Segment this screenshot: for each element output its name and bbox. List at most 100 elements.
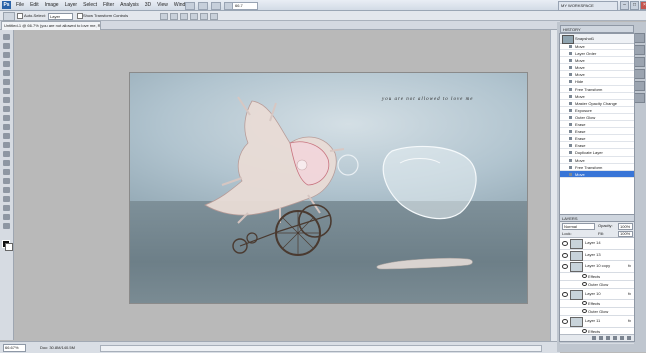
visibility-eye-icon[interactable] bbox=[582, 273, 587, 278]
layer-row[interactable]: Layer 14 bbox=[560, 238, 634, 250]
new-layer-icon[interactable] bbox=[620, 336, 624, 340]
eraser-tool-icon[interactable] bbox=[3, 124, 10, 130]
history-state[interactable]: Erase bbox=[560, 121, 634, 129]
crop-tool-icon[interactable] bbox=[3, 70, 10, 76]
zoom-tool-icon[interactable] bbox=[3, 223, 10, 229]
hand-tool-icon[interactable] bbox=[3, 214, 10, 220]
align-right-icon[interactable] bbox=[210, 13, 218, 20]
document-tab[interactable]: Untitled-1 @ 66.7% (you are not allowed … bbox=[1, 21, 101, 30]
layer-fx-icon[interactable]: fx bbox=[628, 316, 631, 326]
menu-item[interactable]: Analysis bbox=[120, 0, 139, 10]
type-tool-icon[interactable] bbox=[3, 169, 10, 175]
history-state[interactable]: Layer Order bbox=[560, 50, 634, 58]
move-tool-preset-icon[interactable] bbox=[3, 12, 15, 21]
visibility-eye-icon[interactable] bbox=[562, 252, 568, 258]
document-canvas[interactable]: you are not allowed to love me bbox=[130, 73, 527, 303]
zoom-level-field[interactable]: 66.7 bbox=[232, 2, 258, 10]
visibility-eye-icon[interactable] bbox=[582, 301, 587, 305]
layer-effect-row[interactable]: Effects bbox=[560, 273, 634, 281]
new-group-icon[interactable] bbox=[613, 336, 617, 340]
history-state[interactable]: Master Opacity Change bbox=[560, 100, 634, 107]
adjustments-panel-icon[interactable] bbox=[634, 69, 645, 79]
fill-field[interactable]: 100% bbox=[618, 231, 633, 237]
styles-panel-icon[interactable] bbox=[634, 57, 645, 67]
layers-panel-header[interactable]: LAYERS bbox=[560, 215, 634, 222]
history-state[interactable]: Free Transform bbox=[560, 164, 634, 171]
history-state[interactable]: Move bbox=[560, 43, 634, 51]
layer-row[interactable]: Layer 10 copy fx bbox=[560, 261, 634, 273]
layer-row[interactable]: Layer 11 fx bbox=[560, 316, 634, 328]
healing-tool-icon[interactable] bbox=[3, 88, 10, 94]
maximize-icon[interactable]: □ bbox=[630, 1, 639, 10]
minimize-icon[interactable]: – bbox=[620, 1, 629, 10]
visibility-eye-icon[interactable] bbox=[562, 241, 568, 246]
visibility-eye-icon[interactable] bbox=[582, 328, 587, 333]
brush-tool-icon[interactable] bbox=[3, 97, 10, 103]
workspace-switcher[interactable]: MY WORKSPACE bbox=[558, 1, 618, 11]
marquee-tool-icon[interactable] bbox=[3, 43, 10, 49]
layer-effect-row[interactable]: Effects bbox=[560, 300, 634, 308]
masks-panel-icon[interactable] bbox=[634, 81, 645, 91]
history-state[interactable]: Move bbox=[560, 71, 634, 79]
swatches-panel-icon[interactable] bbox=[634, 45, 645, 55]
view-extras-icon[interactable] bbox=[211, 2, 221, 10]
align-left-icon[interactable] bbox=[190, 13, 198, 20]
layer-effect-row[interactable]: Outer Glow bbox=[560, 281, 634, 289]
pen-tool-icon[interactable] bbox=[3, 160, 10, 166]
path-select-tool-icon[interactable] bbox=[3, 178, 10, 184]
history-state[interactable]: Duplicate Layer bbox=[560, 149, 634, 157]
history-state[interactable]: Move bbox=[560, 93, 634, 100]
blur-tool-icon[interactable] bbox=[3, 142, 10, 148]
history-state[interactable]: Exposure bbox=[560, 107, 634, 114]
clone-stamp-tool-icon[interactable] bbox=[3, 106, 10, 112]
menu-item[interactable]: Select bbox=[83, 0, 97, 10]
visibility-eye-icon[interactable] bbox=[562, 264, 568, 269]
align-middle-icon[interactable] bbox=[170, 13, 178, 20]
history-state[interactable]: Move bbox=[560, 64, 634, 72]
history-state[interactable]: Erase bbox=[560, 135, 634, 143]
horizontal-scrollbar[interactable] bbox=[100, 345, 542, 352]
add-mask-icon[interactable] bbox=[606, 336, 610, 340]
eyedropper-tool-icon[interactable] bbox=[3, 79, 10, 85]
layer-row[interactable]: Layer 10 fx bbox=[560, 289, 634, 300]
history-state[interactable]: Hide bbox=[560, 78, 634, 86]
dodge-tool-icon[interactable] bbox=[3, 151, 10, 157]
visibility-eye-icon[interactable] bbox=[582, 281, 587, 286]
quick-select-tool-icon[interactable] bbox=[3, 61, 10, 67]
menu-item[interactable]: Image bbox=[45, 0, 59, 10]
history-state[interactable]: Move bbox=[560, 57, 634, 65]
history-state[interactable]: Move bbox=[560, 170, 634, 178]
delete-layer-icon[interactable] bbox=[627, 336, 631, 340]
shape-tool-icon[interactable] bbox=[3, 187, 10, 193]
blend-mode-dropdown[interactable]: Normal bbox=[562, 223, 595, 230]
visibility-eye-icon[interactable] bbox=[562, 291, 568, 297]
lasso-tool-icon[interactable] bbox=[3, 52, 10, 58]
bridge-icon[interactable] bbox=[185, 2, 195, 10]
channels-panel-icon[interactable] bbox=[634, 93, 645, 103]
status-zoom-field[interactable]: 66.67% bbox=[3, 344, 26, 352]
history-panel-header[interactable]: HISTORY bbox=[560, 25, 634, 33]
layer-fx-icon[interactable]: fx bbox=[628, 261, 631, 271]
auto-select-dropdown[interactable]: Layer bbox=[48, 13, 73, 20]
layer-effect-row[interactable]: Outer Glow bbox=[560, 308, 634, 316]
history-state[interactable]: Move bbox=[560, 157, 634, 164]
history-brush-tool-icon[interactable] bbox=[3, 115, 10, 121]
align-center-icon[interactable] bbox=[200, 13, 208, 20]
history-state[interactable]: Outer Glow bbox=[560, 114, 634, 122]
history-state[interactable]: Erase bbox=[560, 128, 634, 136]
3d-rotate-tool-icon[interactable] bbox=[3, 196, 10, 202]
history-state[interactable]: Erase bbox=[560, 142, 634, 150]
align-bottom-icon[interactable] bbox=[180, 13, 188, 20]
menu-item[interactable]: File bbox=[16, 0, 24, 10]
menu-item[interactable]: Edit bbox=[30, 0, 39, 10]
auto-select-checkbox[interactable] bbox=[17, 13, 23, 19]
3d-orbit-tool-icon[interactable] bbox=[3, 205, 10, 211]
menu-item[interactable]: Filter bbox=[103, 0, 114, 10]
history-state[interactable]: Free Transform bbox=[560, 86, 634, 93]
align-top-icon[interactable] bbox=[160, 13, 168, 20]
add-style-icon[interactable] bbox=[599, 336, 603, 340]
move-tool-icon[interactable] bbox=[3, 34, 10, 40]
layer-fx-icon[interactable]: fx bbox=[628, 289, 631, 299]
close-icon[interactable]: × bbox=[640, 1, 646, 10]
opacity-field[interactable]: 100% bbox=[618, 223, 633, 230]
